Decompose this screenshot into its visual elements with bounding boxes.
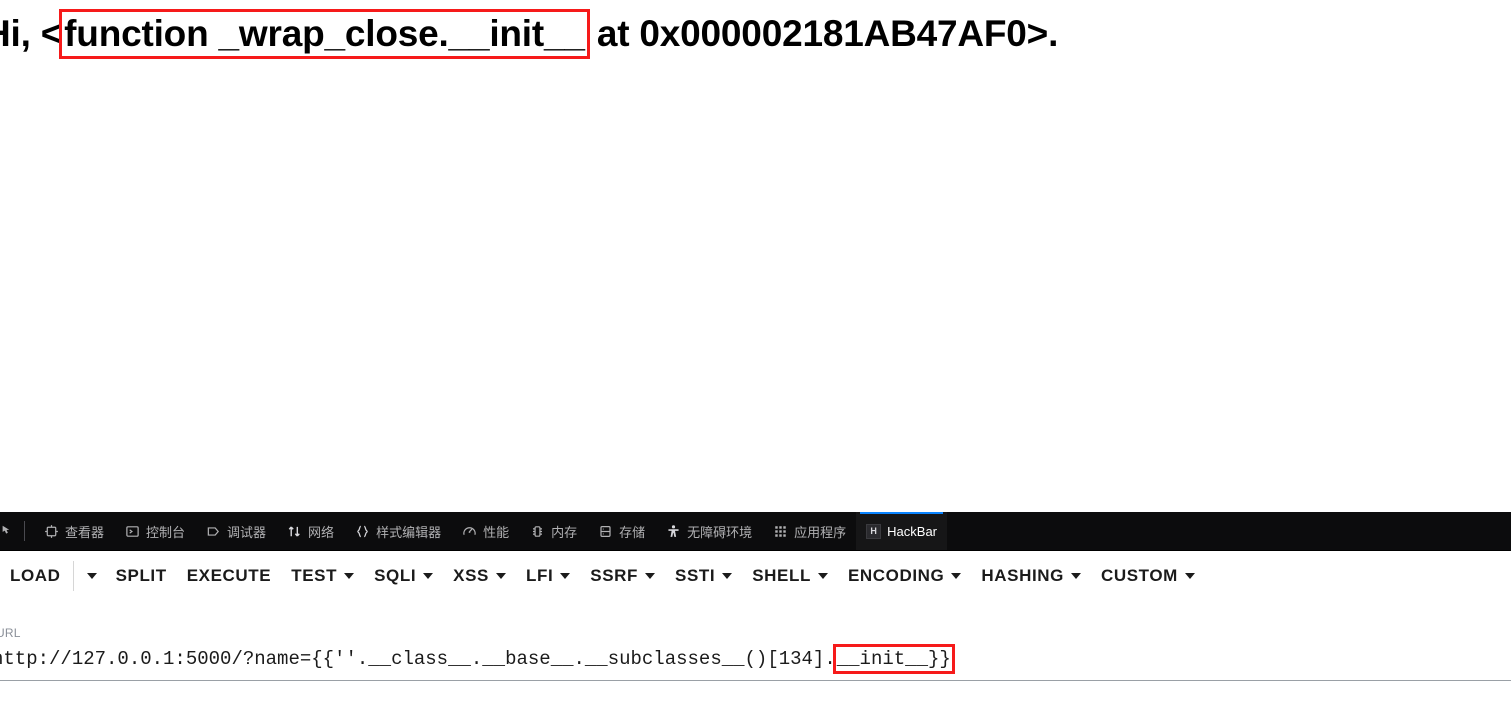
- hackbar-hashing-button[interactable]: HASHING: [971, 560, 1091, 592]
- button-label: CUSTOM: [1100, 566, 1178, 585]
- browser-page-content: Hi, <function _wrap_close.__init__ at 0x…: [0, 0, 1511, 512]
- button-label: LFI: [526, 566, 554, 585]
- button-label: HASHING: [981, 566, 1064, 585]
- devtools-tab-label: 存储: [619, 524, 646, 540]
- button-label: SPLIT: [115, 566, 167, 585]
- toolbar-divider: [72, 561, 74, 591]
- devtools-tab-bar: 查看器 控制台 调试器 网络 样式编辑器 性能 内存 存储 无障碍环境 应用程序…: [0, 512, 1511, 551]
- hackbar-execute-button[interactable]: EXECUTE: [177, 560, 282, 592]
- chevron-down-icon: [86, 573, 97, 579]
- hackbar-xss-button[interactable]: XSS: [443, 560, 516, 592]
- network-icon: [286, 523, 302, 539]
- response-highlight-box: function _wrap_close.__init__: [59, 9, 590, 59]
- memory-icon: [529, 523, 545, 539]
- devtools-tab-network[interactable]: 网络: [276, 512, 344, 550]
- hackbar-load-button[interactable]: LOAD: [0, 560, 71, 592]
- devtools-tab-label: 网络: [308, 524, 335, 540]
- devtools-tab-debugger[interactable]: 调试器: [195, 512, 276, 550]
- chevron-down-icon: [817, 573, 828, 579]
- button-label: EXECUTE: [186, 566, 272, 585]
- toolbar-divider: [24, 521, 25, 541]
- hackbar-encoding-button[interactable]: ENCODING: [838, 560, 971, 592]
- hackbar-custom-button[interactable]: CUSTOM: [1091, 560, 1205, 592]
- chevron-down-icon: [560, 573, 571, 579]
- hackbar-toolbar: LOAD SPLIT EXECUTE TEST SQLI XSS LFI SSR…: [0, 551, 1511, 601]
- response-suffix: at 0x000002181AB47AF0>.: [586, 13, 1059, 54]
- hackbar-panel: LOAD SPLIT EXECUTE TEST SQLI XSS LFI SSR…: [0, 551, 1511, 701]
- devtools-tab-label: HackBar: [887, 523, 938, 539]
- devtools-tab-label: 内存: [551, 524, 578, 540]
- url-field-label: URL: [0, 626, 21, 640]
- devtools-tab-inspector[interactable]: 查看器: [33, 512, 114, 550]
- inspector-icon: [43, 523, 59, 539]
- chevron-down-icon: [1070, 573, 1081, 579]
- hackbar-split-button[interactable]: SPLIT: [106, 560, 177, 592]
- hackbar-shell-button[interactable]: SHELL: [742, 560, 838, 592]
- console-icon: [124, 523, 140, 539]
- chevron-down-icon: [423, 573, 434, 579]
- devtools-tab-hackbar[interactable]: H HackBar: [856, 512, 948, 550]
- button-label: ENCODING: [847, 566, 945, 585]
- devtools-tab-application[interactable]: 应用程序: [762, 512, 856, 550]
- chevron-down-icon: [1184, 573, 1195, 579]
- url-field-group: URL http://127.0.0.1:5000/?name={{''.__c…: [0, 625, 1511, 681]
- performance-icon: [461, 523, 477, 539]
- devtools-tab-performance[interactable]: 性能: [451, 512, 519, 550]
- devtools-tab-style-editor[interactable]: 样式编辑器: [344, 512, 451, 550]
- devtools-tab-label: 性能: [483, 524, 510, 540]
- devtools-tab-label: 控制台: [146, 524, 186, 540]
- chevron-down-icon: [344, 573, 355, 579]
- devtools-tab-label: 无障碍环境: [687, 524, 753, 540]
- debugger-icon: [205, 523, 221, 539]
- hackbar-test-button[interactable]: TEST: [281, 560, 364, 592]
- devtools-tab-label: 样式编辑器: [376, 524, 442, 540]
- accessibility-icon: [665, 523, 681, 539]
- element-picker-icon[interactable]: [0, 512, 14, 550]
- button-label: LOAD: [10, 566, 61, 585]
- hackbar-lfi-button[interactable]: LFI: [516, 560, 580, 592]
- button-label: SSTI: [675, 566, 716, 585]
- devtools-tab-label: 应用程序: [794, 524, 847, 540]
- application-icon: [772, 523, 788, 539]
- button-label: XSS: [453, 566, 489, 585]
- response-prefix: Hi, <: [0, 13, 63, 54]
- button-label: TEST: [291, 566, 338, 585]
- chevron-down-icon: [951, 573, 962, 579]
- chevron-down-icon: [645, 573, 656, 579]
- hackbar-icon: H: [866, 523, 882, 539]
- devtools-tab-memory[interactable]: 内存: [519, 512, 587, 550]
- storage-icon: [597, 523, 613, 539]
- hackbar-ssrf-button[interactable]: SSRF: [580, 560, 665, 592]
- devtools-tab-label: 查看器: [65, 524, 105, 540]
- button-label: SQLI: [374, 566, 417, 585]
- style-editor-icon: [354, 523, 370, 539]
- devtools-tab-accessibility[interactable]: 无障碍环境: [655, 512, 762, 550]
- hackbar-sqli-button[interactable]: SQLI: [364, 560, 443, 592]
- url-highlight-box: __init__}}: [832, 644, 955, 674]
- url-value-prefix: http://127.0.0.1:5000/?name={{''.__class…: [0, 648, 836, 670]
- url-input-value: http://127.0.0.1:5000/?name={{''.__class…: [0, 644, 955, 674]
- button-label: SHELL: [752, 566, 811, 585]
- url-input[interactable]: http://127.0.0.1:5000/?name={{''.__class…: [0, 644, 1511, 681]
- chevron-down-icon: [722, 573, 733, 579]
- hackbar-load-dropdown-button[interactable]: [78, 567, 106, 585]
- devtools-tab-console[interactable]: 控制台: [114, 512, 195, 550]
- button-label: SSRF: [590, 566, 639, 585]
- hackbar-ssti-button[interactable]: SSTI: [665, 560, 742, 592]
- devtools-tab-storage[interactable]: 存储: [587, 512, 655, 550]
- ssti-response-text: Hi, <function _wrap_close.__init__ at 0x…: [0, 9, 1059, 59]
- chevron-down-icon: [496, 573, 506, 579]
- devtools-tab-label: 调试器: [227, 524, 267, 540]
